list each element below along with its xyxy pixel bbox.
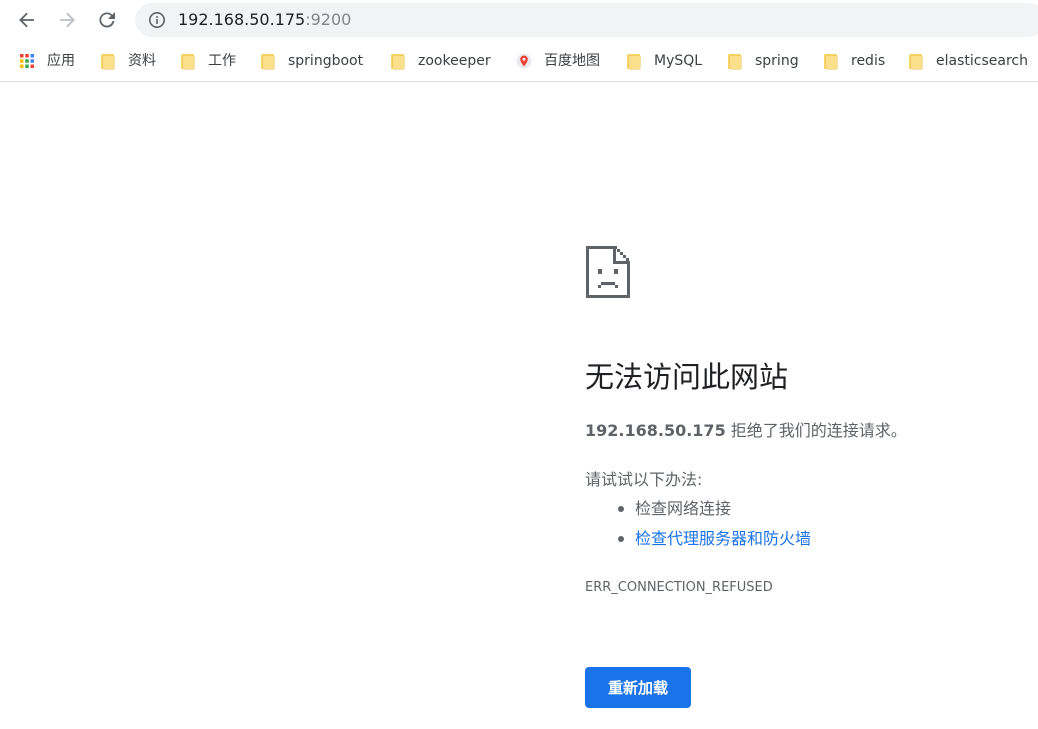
list-item: 检查代理服务器和防火墙	[585, 527, 811, 557]
url-port: :9200	[305, 10, 352, 29]
sad-page-icon	[586, 246, 630, 298]
url-host: 192.168.50.175	[178, 10, 306, 29]
forward-button[interactable]	[53, 6, 81, 34]
folder-icon	[823, 53, 839, 69]
bookmark-folder-redis[interactable]: redis	[823, 50, 885, 72]
error-description: 192.168.50.175 拒绝了我们的连接请求。	[585, 420, 907, 442]
bookmark-label: 工作	[208, 53, 236, 69]
back-arrow-icon	[19, 12, 34, 28]
bookmark-folder-elasticsearch[interactable]: elasticsearch	[908, 50, 1028, 72]
bookmark-label: zookeeper	[418, 53, 491, 69]
bookmark-folder-mysql[interactable]: MySQL	[626, 50, 702, 72]
folder-icon	[390, 53, 406, 69]
bookmark-label: 资料	[128, 53, 156, 69]
bookmark-label: MySQL	[654, 53, 703, 69]
url-text[interactable]: 192.168.50.175:9200	[178, 10, 351, 30]
bookmark-folder-zookeeper[interactable]: zookeeper	[390, 50, 491, 72]
bookmark-folder-ziliao[interactable]: 资料	[100, 50, 156, 72]
bookmarks-bar: 应用 资料 工作 springboot zookeeper 百度地图 MySQL…	[0, 40, 1038, 82]
info-icon[interactable]	[148, 11, 166, 29]
folder-icon	[180, 53, 196, 69]
bookmark-label: 百度地图	[544, 53, 600, 69]
reload-button[interactable]: 重新加载	[585, 667, 691, 708]
suggestion-check-proxy-link[interactable]: 检查代理服务器和防火墙	[635, 529, 811, 548]
list-item: 检查网络连接	[585, 497, 811, 527]
suggestions-title: 请试试以下办法:	[585, 470, 703, 489]
folder-icon	[100, 53, 116, 69]
folder-icon	[626, 53, 642, 69]
folder-icon	[727, 53, 743, 69]
bookmark-folder-springboot[interactable]: springboot	[260, 50, 363, 72]
bookmark-apps[interactable]: 应用	[19, 50, 75, 72]
bookmark-label: springboot	[288, 53, 364, 69]
error-host: 192.168.50.175	[585, 421, 726, 440]
apps-grid-icon	[20, 54, 34, 68]
error-title: 无法访问此网站	[585, 360, 789, 394]
bullet	[618, 536, 624, 542]
forward-arrow-icon	[60, 12, 75, 28]
error-code: ERR_CONNECTION_REFUSED	[585, 580, 773, 595]
bookmark-label: elasticsearch	[936, 53, 1028, 69]
map-pin-icon	[516, 53, 532, 69]
bookmark-label: spring	[755, 53, 799, 69]
bookmark-folder-gongzuo[interactable]: 工作	[180, 50, 236, 72]
browser-toolbar: 192.168.50.175:9200	[0, 0, 1038, 40]
address-bar[interactable]: 192.168.50.175:9200	[135, 3, 1038, 37]
suggestion-check-network: 检查网络连接	[635, 499, 732, 518]
back-button[interactable]	[13, 6, 41, 34]
bookmark-baidu-map[interactable]: 百度地图	[516, 50, 600, 72]
error-message: 拒绝了我们的连接请求。	[725, 421, 907, 440]
reload-page-button[interactable]	[93, 6, 121, 34]
folder-icon	[908, 53, 924, 69]
bookmark-label: redis	[851, 53, 886, 69]
bookmark-label: 应用	[47, 53, 75, 69]
folder-icon	[260, 53, 276, 69]
bullet	[618, 506, 624, 512]
bookmark-folder-spring[interactable]: spring	[727, 50, 799, 72]
suggestions-list: 检查网络连接 检查代理服务器和防火墙	[585, 497, 811, 557]
reload-icon	[99, 12, 115, 28]
